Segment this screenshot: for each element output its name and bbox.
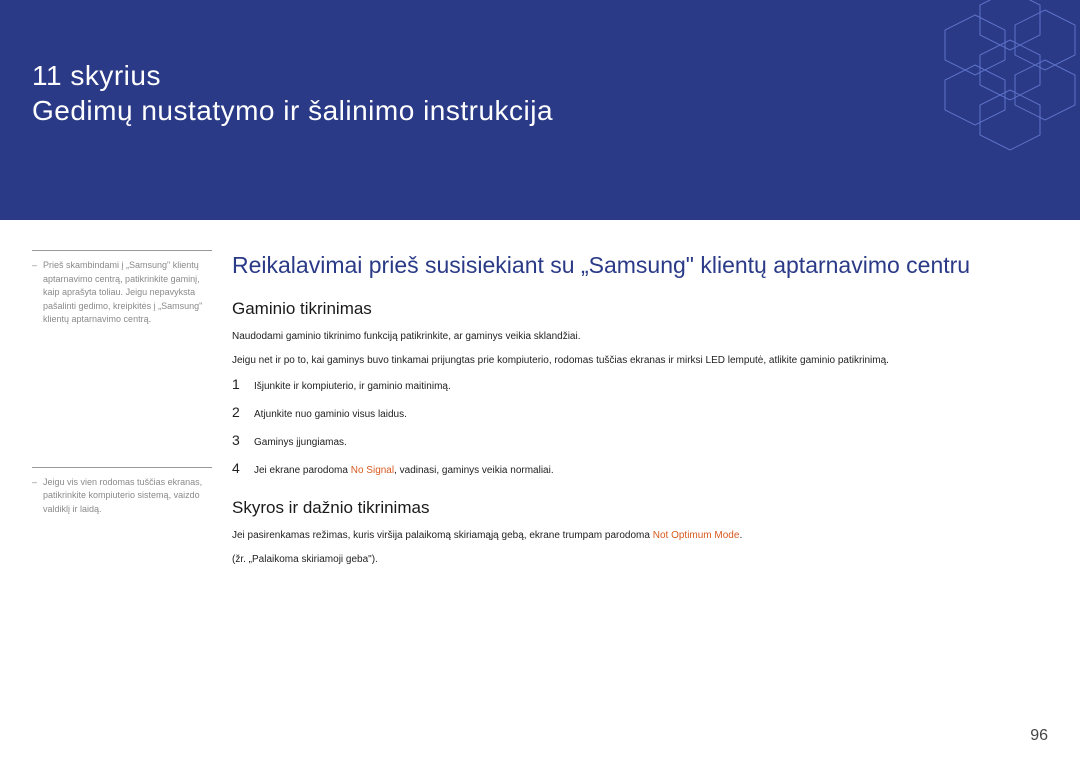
content-area: – Prieš skambindami į „Samsung" klientų … [0, 220, 1080, 575]
step-text: Atjunkite nuo gaminio visus laidus. [254, 409, 407, 420]
section-heading-1: Reikalavimai prieš susisiekiant su „Sams… [232, 250, 1048, 281]
step-3: 3 Gaminys įjungiamas. [232, 432, 1048, 448]
paragraph-2: Jeigu net ir po to, kai gaminys buvo tin… [232, 353, 1048, 369]
highlight-no-signal: No Signal [351, 465, 394, 476]
dash-icon: – [32, 476, 37, 517]
step-4: 4 Jei ekrane parodoma No Signal, vadinas… [232, 460, 1048, 476]
sidenote-2: – Jeigu vis vien rodomas tuščias ekranas… [32, 467, 212, 517]
section-heading-2a: Gaminio tikrinimas [232, 299, 1048, 319]
step-text: Gaminys įjungiamas. [254, 437, 347, 448]
paragraph-4: (žr. „Palaikoma skiriamoji geba"). [232, 552, 1048, 568]
step-text: Išjunkite ir kompiuterio, ir gaminio mai… [254, 381, 451, 392]
sidenote-1-text: Prieš skambindami į „Samsung" klientų ap… [43, 259, 212, 327]
step-text: Jei ekrane parodoma No Signal, vadinasi,… [254, 465, 554, 476]
step-1: 1 Išjunkite ir kompiuterio, ir gaminio m… [232, 376, 1048, 392]
step-number: 3 [232, 432, 254, 448]
sidenote-2-text: Jeigu vis vien rodomas tuščias ekranas, … [43, 476, 212, 517]
chapter-title: Gedimų nustatymo ir šalinimo instrukcija [32, 95, 553, 127]
step-number: 4 [232, 460, 254, 476]
paragraph-1: Naudodami gaminio tikrinimo funkciją pat… [232, 329, 1048, 345]
step-number: 2 [232, 404, 254, 420]
dash-icon: – [32, 259, 37, 327]
section-heading-2b: Skyros ir dažnio tikrinimas [232, 498, 1048, 518]
steps-list: 1 Išjunkite ir kompiuterio, ir gaminio m… [232, 376, 1048, 476]
sidebar: – Prieš skambindami į „Samsung" klientų … [32, 250, 232, 575]
sidenote-1: – Prieš skambindami į „Samsung" klientų … [32, 250, 212, 327]
main-content: Reikalavimai prieš susisiekiant su „Sams… [232, 250, 1048, 575]
chapter-header: 11 skyrius Gedimų nustatymo ir šalinimo … [0, 0, 1080, 220]
step-2: 2 Atjunkite nuo gaminio visus laidus. [232, 404, 1048, 420]
paragraph-3: Jei pasirenkamas režimas, kuris viršija … [232, 528, 1048, 544]
page-number: 96 [1030, 727, 1048, 745]
highlight-not-optimum: Not Optimum Mode [653, 530, 740, 541]
hex-decoration [870, 0, 1080, 160]
chapter-number: 11 skyrius [32, 60, 161, 92]
step-number: 1 [232, 376, 254, 392]
